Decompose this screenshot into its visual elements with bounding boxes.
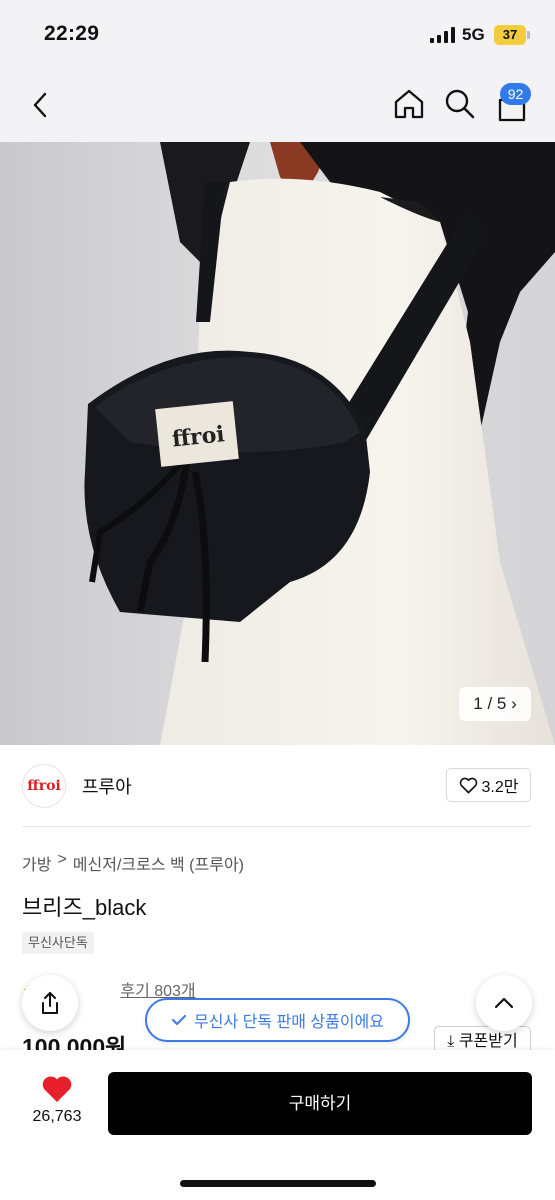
status-time: 22:29 xyxy=(44,22,100,45)
brand-logo[interactable]: ffroi xyxy=(22,764,66,808)
nav-bar: 92 xyxy=(0,70,555,142)
home-icon[interactable] xyxy=(392,87,426,121)
cart-count-badge: 92 xyxy=(500,83,531,105)
breadcrumb-category[interactable]: 가방 xyxy=(22,851,51,875)
brand-like-button[interactable]: 3.2만 xyxy=(446,768,531,802)
breadcrumb: 가방 > 메신저/크로스 백 (프루아) xyxy=(22,851,244,875)
status-bar: 22:29 5G 37 xyxy=(0,0,555,70)
scroll-top-button[interactable] xyxy=(476,975,532,1031)
share-button[interactable] xyxy=(22,975,78,1031)
bag-logo-text: ffroi xyxy=(171,421,226,452)
wish-count: 26,763 xyxy=(32,1108,82,1125)
back-icon[interactable] xyxy=(28,90,54,120)
exclusive-badge: 무신사단독 xyxy=(22,932,94,954)
exclusive-toast: 무신사 단독 판매 상품이에요 xyxy=(145,998,410,1042)
search-icon[interactable] xyxy=(444,88,476,120)
brand-like-count: 3.2만 xyxy=(481,779,519,796)
chevron-up-icon xyxy=(494,997,514,1009)
signal-icon xyxy=(430,27,456,43)
home-indicator xyxy=(180,1180,376,1187)
share-icon xyxy=(42,992,58,1014)
breadcrumb-separator: > xyxy=(57,851,67,868)
buy-button[interactable]: 구매하기 xyxy=(108,1072,532,1135)
product-title: 브리즈_black xyxy=(22,895,147,920)
check-icon xyxy=(172,1015,186,1025)
heart-outline-icon xyxy=(459,777,477,793)
network-label: 5G xyxy=(462,25,485,44)
product-photo: ffroi xyxy=(0,142,555,745)
divider xyxy=(22,826,531,827)
battery-icon: 37 xyxy=(494,25,526,45)
wish-heart-icon[interactable] xyxy=(41,1075,73,1103)
battery-tip xyxy=(527,31,530,39)
brand-name[interactable]: 프루아 xyxy=(82,773,132,799)
image-counter[interactable]: 1 / 5 › xyxy=(459,687,531,721)
toast-message: 무신사 단독 판매 상품이에요 xyxy=(194,1014,384,1031)
product-image[interactable]: ffroi xyxy=(0,142,555,745)
breadcrumb-subcategory[interactable]: 메신저/크로스 백 (프루아) xyxy=(73,851,244,875)
